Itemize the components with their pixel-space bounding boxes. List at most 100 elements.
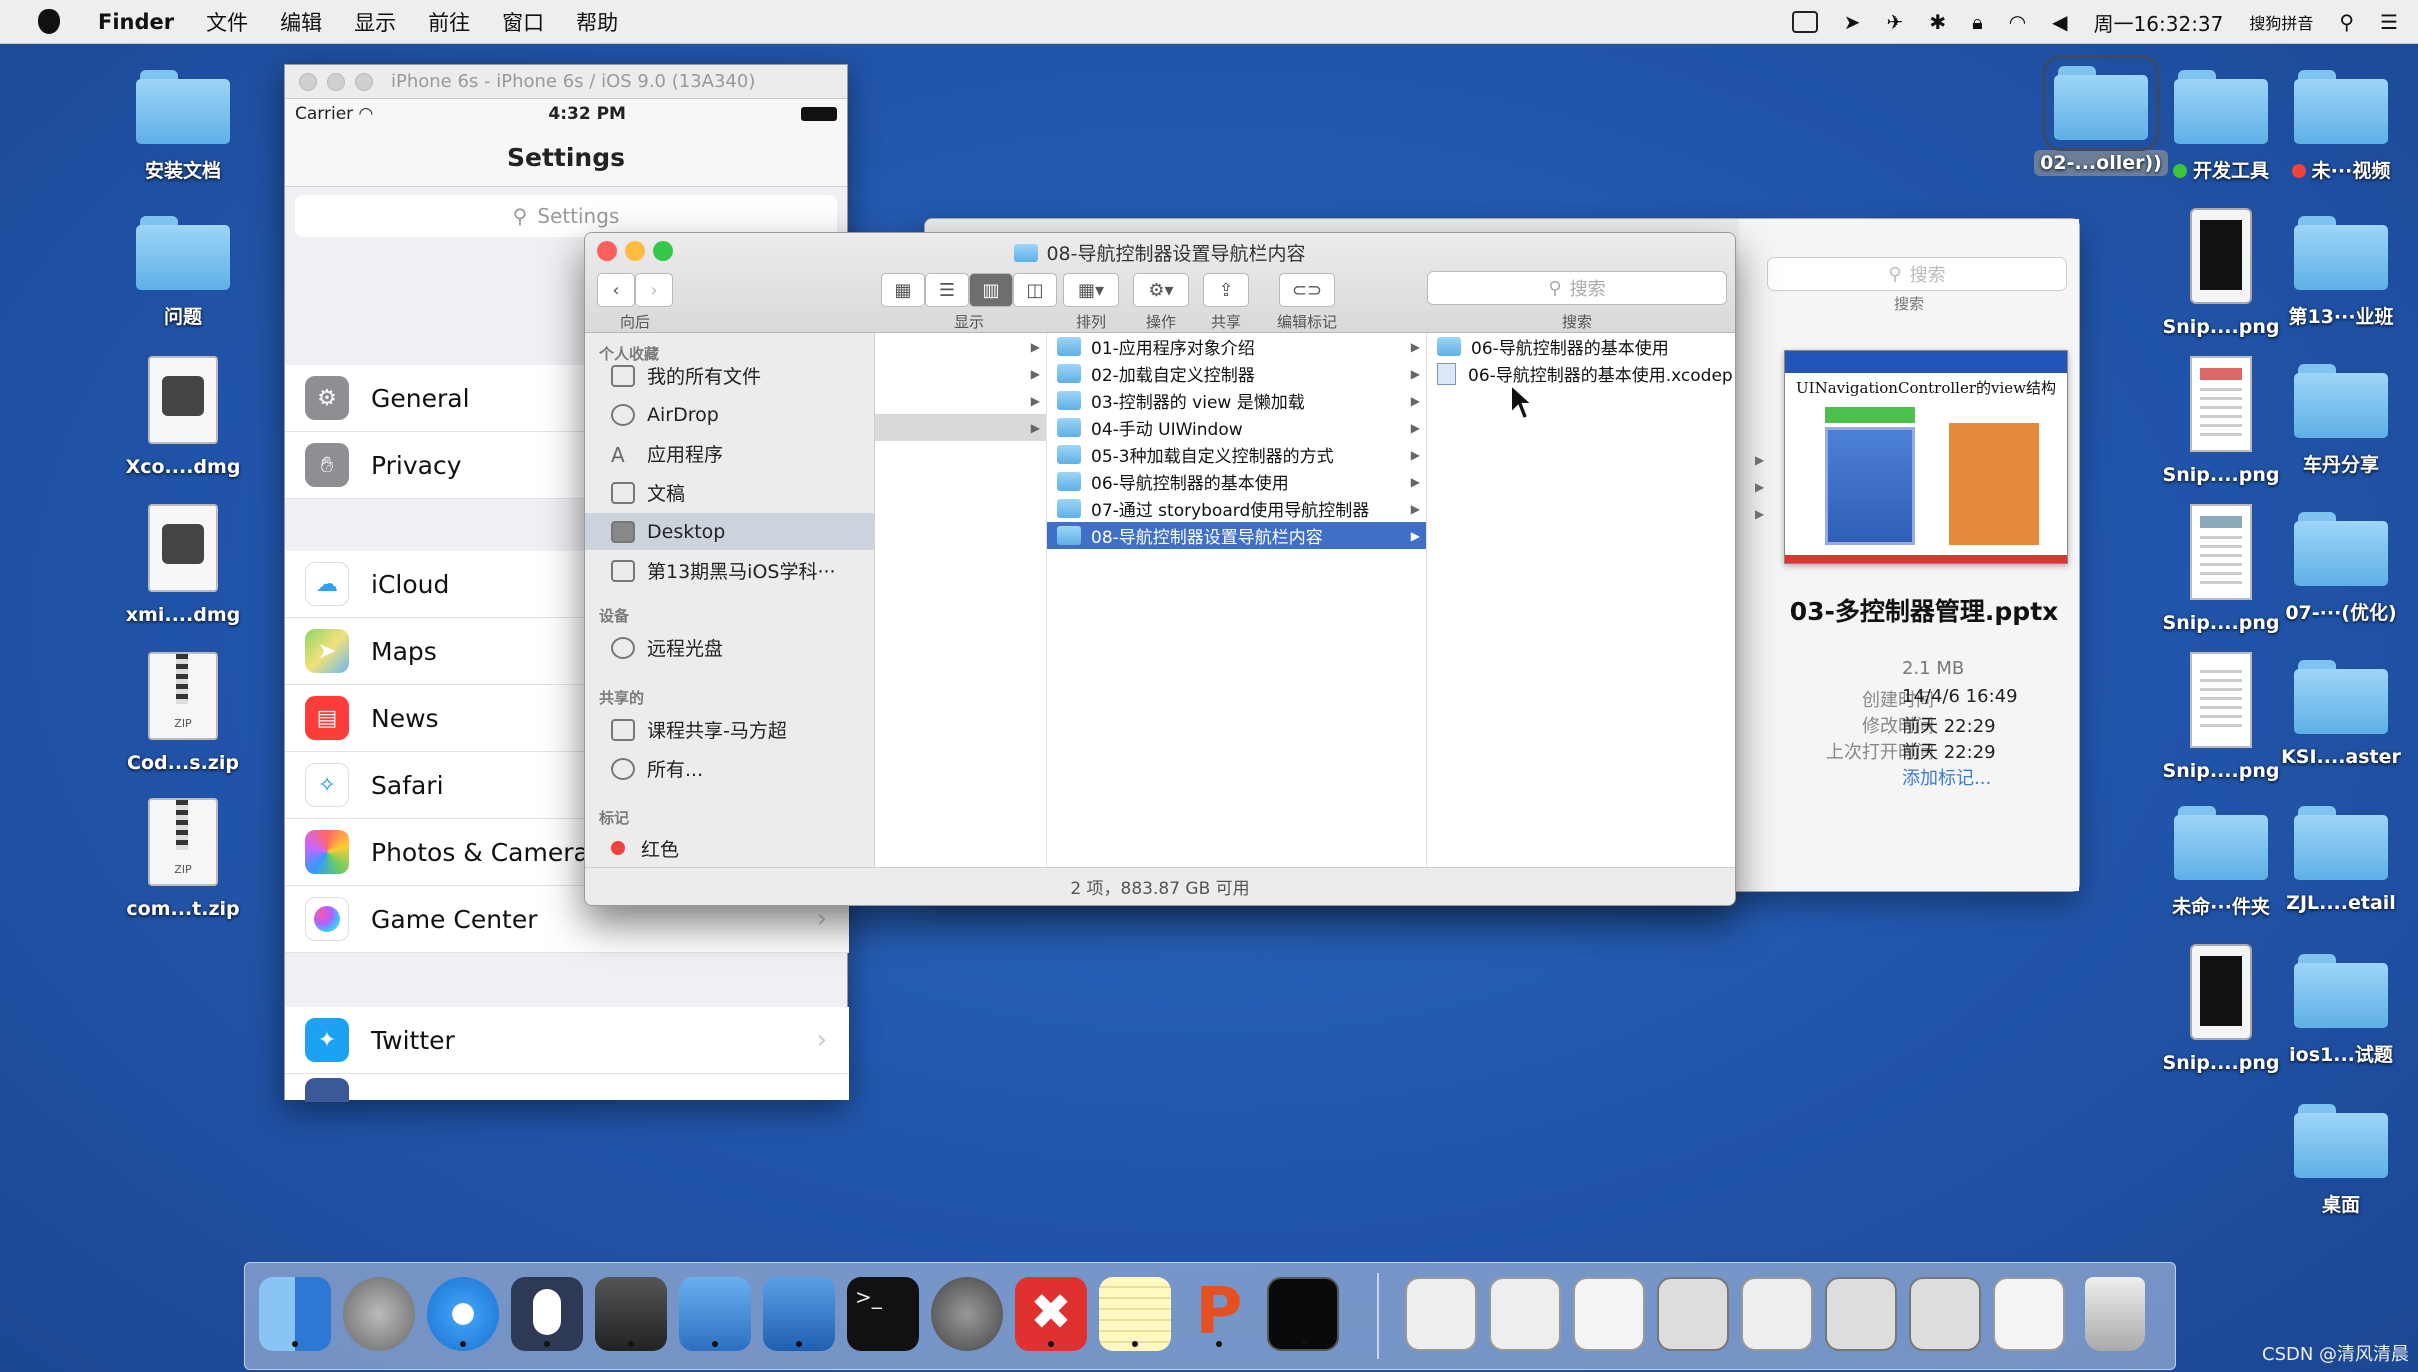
zoom-button[interactable] <box>355 72 373 91</box>
minimized-window-thumbnail[interactable] <box>1909 1277 1981 1351</box>
desktop-folder[interactable]: KSI....aster <box>2266 660 2416 770</box>
menu-window[interactable]: 窗口 <box>502 7 544 37</box>
finder-icon[interactable] <box>259 1277 331 1351</box>
xcode-icon[interactable] <box>679 1277 751 1351</box>
folder-row[interactable]: 01-应用程序对象介绍 ▶ <box>1047 333 1426 360</box>
desktop-folder[interactable]: 安装文档 <box>108 70 258 185</box>
minimize-button[interactable] <box>327 72 345 91</box>
minimized-window-thumbnail[interactable] <box>1573 1277 1645 1351</box>
column-view-button[interactable]: ▥ <box>969 273 1013 307</box>
search-field[interactable]: ⚲ 搜索 <box>1767 257 2067 291</box>
lock-icon[interactable]: 🔒︎ <box>1972 10 1983 34</box>
share-button[interactable]: ⇪ <box>1203 273 1249 307</box>
sidebar-item-documents[interactable]: 文稿 <box>585 474 875 511</box>
terminal-icon[interactable]: >_ <box>847 1277 919 1351</box>
desktop-folder[interactable]: ios1...试题 <box>2266 954 2416 1069</box>
desktop-folder[interactable]: 桌面 <box>2266 1104 2416 1219</box>
mouse-app-icon[interactable] <box>511 1277 583 1351</box>
menu-help[interactable]: 帮助 <box>576 7 618 37</box>
arrange-button[interactable]: ▦▾ <box>1063 273 1119 307</box>
forward-button[interactable]: › <box>635 273 673 307</box>
notification-center-icon[interactable]: ☰ <box>2380 10 2398 34</box>
xmind-icon[interactable]: ✖ <box>1015 1277 1087 1351</box>
airplane-icon[interactable]: ✈ <box>1887 10 1904 34</box>
menu-app-name[interactable]: Finder <box>98 10 174 34</box>
folder-row[interactable]: 03-控制器的 view 是懒加载 ▶ <box>1047 387 1426 414</box>
sidebar-item-remote-disc[interactable]: 远程光盘 <box>585 629 875 666</box>
column-row[interactable]: ▶ <box>875 333 1046 360</box>
exec-icon[interactable] <box>1267 1277 1339 1351</box>
settings-search-field[interactable]: ⚲ Settings <box>295 195 837 237</box>
sidebar-item-shared-computer[interactable]: 课程共享-马方超 <box>585 711 875 748</box>
menu-edit[interactable]: 编辑 <box>280 7 322 37</box>
desktop-file[interactable]: xmi....dmg <box>108 504 258 628</box>
desktop-folder[interactable]: 未···视频 <box>2266 70 2416 185</box>
folder-row[interactable]: 04-手动 UIWindow ▶ <box>1047 414 1426 441</box>
column-row[interactable]: ▶ <box>875 387 1046 414</box>
file-preview-thumbnail[interactable]: UINavigationController的view结构 <box>1784 350 2068 564</box>
desktop-folder[interactable]: 车丹分享 <box>2266 364 2416 479</box>
instruments-icon[interactable] <box>763 1277 835 1351</box>
folder-row[interactable]: 07-通过 storyboard使用导航控制器 ▶ <box>1047 495 1426 522</box>
desktop-file[interactable]: ZIP Cod...s.zip <box>108 652 258 776</box>
edit-tags-button[interactable]: ⊂⊃ <box>1279 273 1335 307</box>
coverflow-view-button[interactable]: ◫ <box>1013 273 1057 307</box>
file-row[interactable]: 06-导航控制器的基本使用.xcodep <box>1427 360 1735 387</box>
simulator-titlebar[interactable]: iPhone 6s - iPhone 6s / iOS 9.0 (13A340) <box>285 65 847 99</box>
menu-go[interactable]: 前往 <box>428 7 470 37</box>
menu-file[interactable]: 文件 <box>206 7 248 37</box>
desktop-folder[interactable]: 问题 <box>108 216 258 331</box>
finder-window[interactable]: 08-导航控制器设置导航栏内容 ‹ › 向后 ▦ ☰ ▥ ◫ 显示 ▦▾ 排列 … <box>584 232 1736 906</box>
back-button[interactable]: ‹ <box>597 273 635 307</box>
spotlight-icon[interactable]: ⚲ <box>2339 10 2354 34</box>
sidebar-item-desktop[interactable]: Desktop <box>585 513 875 550</box>
folder-row-selected[interactable]: 08-导航控制器设置导航栏内容 ▶ <box>1047 522 1426 549</box>
input-method[interactable]: 搜狗拼音 <box>2249 10 2313 34</box>
column-row-selected[interactable]: ▶ <box>875 414 1046 441</box>
minimized-window-thumbnail[interactable] <box>1405 1277 1477 1351</box>
video-app-icon[interactable] <box>595 1277 667 1351</box>
minimized-window-thumbnail[interactable] <box>1741 1277 1813 1351</box>
action-button[interactable]: ⚙▾ <box>1133 273 1189 307</box>
safari-icon[interactable] <box>427 1277 499 1351</box>
folder-row[interactable]: 06-导航控制器的基本使用 ▶ <box>1047 468 1426 495</box>
column-row[interactable]: ▶ <box>875 360 1046 387</box>
folder-row[interactable]: 02-加载自定义控制器 ▶ <box>1047 360 1426 387</box>
sidebar-item-airdrop[interactable]: AirDrop <box>585 396 875 433</box>
volume-icon[interactable]: ◀ <box>2052 10 2067 34</box>
close-button[interactable] <box>299 72 317 91</box>
minimized-window-thumbnail[interactable] <box>1993 1277 2065 1351</box>
sidebar-item-folder[interactable]: 第13期黑马iOS学科··· <box>585 552 875 589</box>
desktop-folder[interactable]: 第13···业班 <box>2266 216 2416 331</box>
sidebar-item-tag-red[interactable]: 红色 <box>585 833 875 863</box>
list-view-button[interactable]: ☰ <box>925 273 969 307</box>
bluetooth-icon[interactable]: ✱ <box>1929 10 1946 34</box>
powerpoint-icon[interactable]: P <box>1183 1277 1255 1351</box>
sidebar-item-applications[interactable]: A 应用程序 <box>585 435 875 472</box>
add-tag-link[interactable]: 添加标记... <box>1902 764 1991 790</box>
wifi-icon[interactable]: ◠ <box>2009 10 2026 34</box>
desktop-folder[interactable]: ZJL....etail <box>2266 806 2416 916</box>
system-preferences-icon[interactable] <box>931 1277 1003 1351</box>
settings-row-twitter[interactable]: ✦ Twitter › <box>285 1007 849 1074</box>
menubar-clock[interactable]: 周一16:32:37 <box>2094 8 2224 37</box>
desktop-file[interactable]: Xco....dmg <box>108 356 258 480</box>
folder-row[interactable]: 05-3种加载自定义控制器的方式 ▶ <box>1047 441 1426 468</box>
sidebar-item-all-files[interactable]: 我的所有文件 <box>585 357 875 394</box>
notes-icon[interactable] <box>1099 1277 1171 1351</box>
location-icon[interactable]: ➤ <box>1844 10 1861 34</box>
folder-row[interactable]: 06-导航控制器的基本使用 <box>1427 333 1735 360</box>
trash-icon[interactable] <box>2085 1277 2145 1351</box>
screen-record-icon[interactable] <box>1791 11 1818 33</box>
menu-view[interactable]: 显示 <box>354 7 396 37</box>
apple-icon[interactable] <box>38 9 60 34</box>
launchpad-icon[interactable] <box>343 1277 415 1351</box>
minimized-window-thumbnail[interactable] <box>1657 1277 1729 1351</box>
icon-view-button[interactable]: ▦ <box>881 273 925 307</box>
minimized-window-thumbnail[interactable] <box>1825 1277 1897 1351</box>
search-field[interactable]: ⚲ 搜索 <box>1427 271 1727 305</box>
sidebar-item-all-shared[interactable]: 所有... <box>585 750 875 787</box>
desktop-file[interactable]: ZIP com...t.zip <box>108 798 258 922</box>
minimized-window-thumbnail[interactable] <box>1489 1277 1561 1351</box>
desktop-folder[interactable]: 07-···(优化) <box>2266 512 2416 627</box>
